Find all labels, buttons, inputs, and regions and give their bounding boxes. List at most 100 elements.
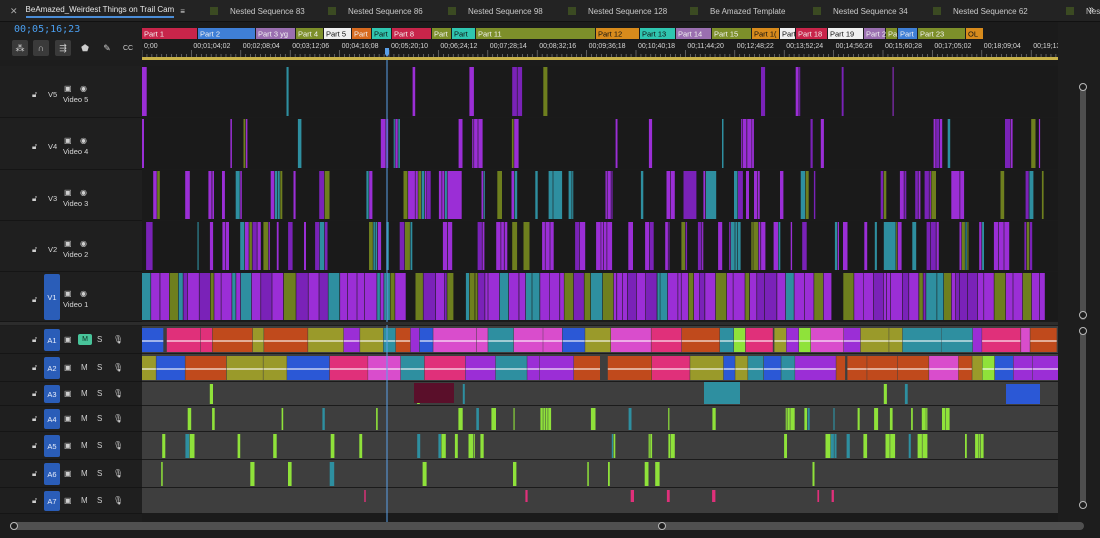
video-clip[interactable] xyxy=(611,171,613,219)
video-clip[interactable] xyxy=(896,222,898,270)
audio-scroll-handle-bottom[interactable] xyxy=(1079,501,1087,509)
video-clip[interactable] xyxy=(328,273,340,320)
video-clip[interactable] xyxy=(251,273,261,320)
video-clip[interactable] xyxy=(499,273,509,320)
video-clip[interactable] xyxy=(790,222,793,270)
video-clip[interactable] xyxy=(514,119,519,168)
video-clip[interactable] xyxy=(408,171,415,219)
microphone-icon[interactable]: 🎙︎ xyxy=(113,389,123,398)
video-track-header[interactable]: 🔓︎ V2 ▣ ◉ Video 2 xyxy=(0,221,142,272)
video-clip[interactable] xyxy=(936,222,939,270)
track-target[interactable]: A5 xyxy=(44,435,60,457)
video-clip[interactable] xyxy=(648,119,653,168)
video-clip[interactable] xyxy=(605,171,607,219)
video-clip[interactable] xyxy=(1039,273,1045,320)
video-scroll-handle-bottom[interactable] xyxy=(1079,311,1087,319)
audio-clip[interactable] xyxy=(288,462,292,486)
audio-track-header[interactable]: 🔓︎ A2 ▣ M S 🎙︎ xyxy=(0,354,142,382)
video-clip[interactable] xyxy=(892,67,894,116)
audio-track-header[interactable]: 🔓︎ A5 ▣ M S 🎙︎ xyxy=(0,432,142,460)
audio-clip[interactable] xyxy=(438,434,441,458)
video-clip[interactable] xyxy=(751,222,753,270)
video-clip[interactable] xyxy=(933,119,936,168)
video-clip[interactable] xyxy=(883,171,887,219)
tab-7[interactable]: Nested Sequence 62 xyxy=(933,0,1028,22)
audio-clip[interactable] xyxy=(441,434,446,458)
video-clip[interactable] xyxy=(222,222,226,270)
video-clip[interactable] xyxy=(564,273,574,320)
video-clip[interactable] xyxy=(319,171,325,219)
audio-clip[interactable] xyxy=(804,408,807,430)
video-clip[interactable] xyxy=(373,222,375,270)
video-clip[interactable] xyxy=(998,222,1004,270)
mute-button[interactable]: M xyxy=(81,469,88,478)
audio-clip[interactable] xyxy=(883,384,887,404)
audio-clip[interactable] xyxy=(834,434,837,458)
video-clip[interactable] xyxy=(447,171,462,219)
video-track-header[interactable]: 🔓︎ V3 ▣ ◉ Video 3 xyxy=(0,170,142,221)
audio-clip[interactable] xyxy=(281,408,284,430)
video-clip[interactable] xyxy=(448,222,453,270)
video-clip[interactable] xyxy=(627,273,637,320)
film-icon[interactable]: ▣ xyxy=(64,496,72,505)
video-clip[interactable] xyxy=(741,119,743,168)
lock-icon[interactable]: 🔓︎ xyxy=(32,335,42,345)
video-clip[interactable] xyxy=(843,273,854,320)
mute-button[interactable]: M xyxy=(78,334,92,345)
close-icon[interactable]: ✕ xyxy=(10,6,18,17)
video-clip[interactable] xyxy=(377,273,380,320)
video-clip[interactable] xyxy=(722,119,724,168)
audio-clip[interactable] xyxy=(543,408,545,430)
video-clip[interactable] xyxy=(481,171,484,219)
video-clip[interactable] xyxy=(649,222,654,270)
audio-clip[interactable] xyxy=(712,490,716,502)
eye-icon[interactable]: ◉ xyxy=(80,84,87,93)
video-clip[interactable] xyxy=(982,222,984,270)
video-clip[interactable] xyxy=(157,171,160,219)
video-clip[interactable] xyxy=(731,222,735,270)
video-clip[interactable] xyxy=(472,119,474,168)
video-clip[interactable] xyxy=(421,171,425,219)
mute-button[interactable]: M xyxy=(81,389,88,398)
video-clip[interactable] xyxy=(366,171,369,219)
audio-clip[interactable] xyxy=(831,490,834,502)
video-clip[interactable] xyxy=(726,273,733,320)
audio-clip[interactable] xyxy=(548,408,552,430)
video-clip[interactable] xyxy=(512,67,517,116)
audio-clip[interactable] xyxy=(942,408,946,430)
audio-clip[interactable] xyxy=(911,408,913,430)
video-clip[interactable] xyxy=(245,119,248,168)
time-ruler[interactable]: Part 1 Part 2 Part 3 yg Part 4 Part 5 Part Par… xyxy=(142,22,1058,60)
video-clip[interactable] xyxy=(749,273,757,320)
video-clip[interactable] xyxy=(532,273,540,320)
video-clip[interactable] xyxy=(984,273,994,320)
video-clip[interactable] xyxy=(810,119,813,168)
video-clip[interactable] xyxy=(899,171,904,219)
video-clip[interactable] xyxy=(511,119,514,168)
audio-clip[interactable] xyxy=(790,408,795,430)
track-id[interactable]: V2 xyxy=(48,245,57,254)
film-icon[interactable]: ▣ xyxy=(64,469,72,478)
video-clip[interactable] xyxy=(369,171,373,219)
video-clip[interactable] xyxy=(780,171,784,219)
snap-icon[interactable]: ∩ xyxy=(33,40,49,56)
lock-icon[interactable]: 🔓︎ xyxy=(32,441,42,451)
video-clip[interactable] xyxy=(613,273,617,320)
audio-clip[interactable] xyxy=(237,434,241,458)
video-clip[interactable] xyxy=(560,273,564,320)
video-clip[interactable] xyxy=(442,171,445,219)
video-clip[interactable] xyxy=(802,222,807,270)
audio-clip[interactable] xyxy=(161,462,163,486)
audio-clip[interactable] xyxy=(979,434,981,458)
audio-clip[interactable] xyxy=(833,408,835,430)
video-clip[interactable] xyxy=(573,273,584,320)
video-clip[interactable] xyxy=(545,222,550,270)
audio-clip[interactable] xyxy=(846,434,850,458)
microphone-icon[interactable]: 🎙︎ xyxy=(113,496,123,505)
video-clip[interactable] xyxy=(185,171,190,219)
video-clip[interactable] xyxy=(277,171,280,219)
microphone-icon[interactable]: 🎙︎ xyxy=(113,363,123,372)
solo-button[interactable]: S xyxy=(97,363,102,372)
microphone-icon[interactable]: 🎙︎ xyxy=(113,414,123,423)
eye-icon[interactable]: ◉ xyxy=(80,136,87,145)
